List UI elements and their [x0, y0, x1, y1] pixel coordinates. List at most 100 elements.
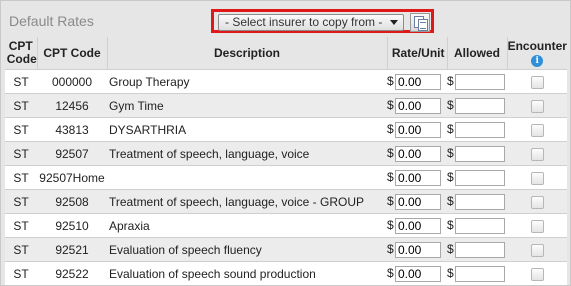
allowed-input[interactable]: [455, 217, 505, 234]
rate-input[interactable]: [395, 217, 441, 234]
encounter-checkbox[interactable]: [530, 195, 544, 209]
cpt-code-type: ST: [5, 69, 37, 94]
allowed-input[interactable]: [455, 121, 505, 138]
col-rate-unit: Rate/Unit: [387, 37, 448, 70]
currency-symbol: $: [387, 217, 394, 232]
allowed-cell: $: [447, 117, 507, 142]
encounter-checkbox[interactable]: [530, 99, 544, 113]
currency-symbol: $: [387, 241, 394, 256]
currency-symbol: $: [447, 73, 454, 88]
allowed-cell: $: [447, 141, 507, 166]
description: Evaluation of speech sound production: [107, 261, 387, 285]
encounter-cell: [507, 117, 567, 142]
rate-input[interactable]: [395, 97, 441, 114]
cpt-code-type: ST: [5, 165, 37, 190]
insurer-select-value: - Select insurer to copy from -: [225, 15, 383, 29]
currency-symbol: $: [387, 73, 394, 88]
rate-cell: $: [387, 117, 447, 142]
table-row: ST 000000 Group Therapy $ $: [5, 69, 567, 94]
currency-symbol: $: [387, 169, 394, 184]
description: Treatment of speech, language, voice - G…: [107, 189, 387, 214]
encounter-checkbox[interactable]: [530, 243, 544, 257]
cpt-code: 000000: [37, 69, 107, 94]
cpt-code: 92507Home: [37, 165, 107, 190]
currency-symbol: $: [387, 193, 394, 208]
copy-rates-button[interactable]: [410, 13, 430, 32]
col-allowed: Allowed: [447, 37, 508, 70]
allowed-cell: $: [447, 165, 507, 190]
rate-input[interactable]: [395, 265, 441, 282]
rate-input[interactable]: [395, 193, 441, 210]
info-icon[interactable]: i: [531, 54, 544, 67]
currency-symbol: $: [447, 169, 454, 184]
table-row: ST 92507 Treatment of speech, language, …: [5, 141, 567, 166]
currency-symbol: $: [447, 145, 454, 160]
encounter-checkbox[interactable]: [530, 147, 544, 161]
rate-input[interactable]: [395, 73, 441, 90]
allowed-input[interactable]: [455, 265, 505, 282]
rate-cell: $: [387, 261, 447, 285]
encounter-checkbox[interactable]: [530, 123, 544, 137]
table-row: ST 92522 Evaluation of speech sound prod…: [5, 261, 567, 285]
allowed-input[interactable]: [455, 241, 505, 258]
copy-from-highlight: - Select insurer to copy from -: [211, 9, 434, 33]
encounter-cell: [507, 93, 567, 118]
description: Evaluation of speech fluency: [107, 237, 387, 262]
cpt-code-type: ST: [5, 117, 37, 142]
allowed-input[interactable]: [455, 73, 505, 90]
allowed-input[interactable]: [455, 145, 505, 162]
description: Gym Time: [107, 93, 387, 118]
encounter-checkbox[interactable]: [530, 171, 544, 185]
currency-symbol: $: [447, 193, 454, 208]
allowed-input[interactable]: [455, 169, 505, 186]
col-cpt-code-type: CPT Code: [5, 37, 38, 70]
rate-input[interactable]: [395, 145, 441, 162]
table-header-row: CPT Code CPT Code Description Rate/Unit …: [5, 37, 567, 70]
cpt-code: 92522: [37, 261, 107, 285]
currency-symbol: $: [447, 121, 454, 136]
rate-cell: $: [387, 237, 447, 262]
rate-input[interactable]: [395, 169, 441, 186]
allowed-cell: $: [447, 213, 507, 238]
description: DYSARTHRIA: [107, 117, 387, 142]
encounter-cell: [507, 69, 567, 94]
description: Apraxia: [107, 213, 387, 238]
col-encounter: Encounter i: [507, 37, 567, 70]
cpt-code-type: ST: [5, 189, 37, 214]
currency-symbol: $: [387, 121, 394, 136]
description: Treatment of speech, language, voice: [107, 141, 387, 166]
encounter-cell: [507, 189, 567, 214]
rate-input[interactable]: [395, 241, 441, 258]
currency-symbol: $: [387, 145, 394, 160]
currency-symbol: $: [387, 265, 394, 280]
allowed-cell: $: [447, 69, 507, 94]
encounter-checkbox[interactable]: [530, 75, 544, 89]
rate-cell: $: [387, 93, 447, 118]
table-row: ST 92521 Evaluation of speech fluency $ …: [5, 237, 567, 262]
rate-cell: $: [387, 165, 447, 190]
encounter-checkbox[interactable]: [530, 267, 544, 281]
rate-input[interactable]: [395, 121, 441, 138]
encounter-checkbox[interactable]: [530, 219, 544, 233]
currency-symbol: $: [447, 265, 454, 280]
col-cpt-code: CPT Code: [37, 37, 108, 70]
insurer-select[interactable]: - Select insurer to copy from -: [218, 14, 404, 31]
table-row: ST 92510 Apraxia $ $: [5, 213, 567, 238]
encounter-cell: [507, 141, 567, 166]
currency-symbol: $: [447, 97, 454, 112]
cpt-code-type: ST: [5, 141, 37, 166]
default-rates-panel: Default Rates - Select insurer to copy f…: [0, 0, 571, 286]
cpt-code-type: ST: [5, 237, 37, 262]
rates-table: CPT Code CPT Code Description Rate/Unit …: [5, 37, 567, 285]
cpt-code: 92507: [37, 141, 107, 166]
panel-title: Default Rates: [9, 13, 94, 29]
allowed-input[interactable]: [455, 97, 505, 114]
currency-symbol: $: [447, 217, 454, 232]
allowed-cell: $: [447, 93, 507, 118]
encounter-cell: [507, 261, 567, 285]
allowed-input[interactable]: [455, 193, 505, 210]
rate-cell: $: [387, 69, 447, 94]
allowed-cell: $: [447, 237, 507, 262]
copy-document-icon-front: [418, 19, 428, 31]
allowed-cell: $: [447, 261, 507, 285]
